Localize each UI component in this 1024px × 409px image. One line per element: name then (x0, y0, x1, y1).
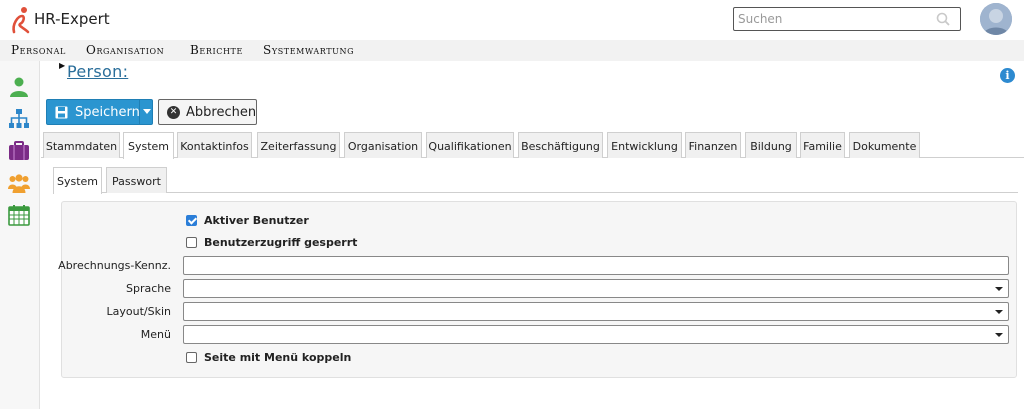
save-button[interactable]: Speichern (46, 99, 153, 125)
access-locked-checkbox[interactable] (186, 237, 197, 248)
menu-select[interactable] (183, 325, 1009, 344)
billing-code-field[interactable] (183, 256, 1009, 277)
layout-skin-label: Layout/Skin (106, 305, 171, 318)
couple-page-menu-label: Seite mit Menü koppeln (204, 351, 352, 364)
page-title[interactable]: Person: (67, 62, 128, 81)
tab-entwicklung[interactable]: Entwicklung (607, 132, 682, 158)
person-icon[interactable] (8, 76, 30, 98)
top-bar: HR-Expert (0, 0, 1024, 40)
dropdown-arrow-icon (995, 333, 1003, 337)
org-chart-icon[interactable] (8, 108, 30, 130)
user-avatar[interactable] (980, 3, 1012, 35)
tab-beschaeftigung[interactable]: Beschäftigung (518, 132, 603, 158)
tab-dokumente[interactable]: Dokumente (849, 132, 920, 158)
search-box[interactable] (733, 7, 961, 31)
search-input[interactable] (734, 8, 924, 30)
active-user-checkbox[interactable] (186, 215, 197, 226)
sidebar (0, 61, 40, 409)
language-select[interactable] (183, 279, 1009, 298)
tab-stammdaten[interactable]: Stammdaten (43, 132, 120, 158)
main-content: ▶ Person: i Speichern ✕ Abbrechen Stammd… (41, 61, 1024, 409)
app-name: HR-Expert (34, 10, 110, 28)
menu-item-organisation[interactable]: Organisation (86, 43, 164, 57)
briefcase-icon[interactable] (8, 140, 30, 162)
group-icon[interactable] (8, 172, 30, 194)
billing-code-label: Abrechnungs-Kennz. (58, 259, 171, 272)
main-menu: Personal Organisation Berichte Systemwar… (0, 40, 1024, 61)
system-form-panel: Aktiver Benutzer Benutzerzugriff gesperr… (58, 201, 1017, 378)
language-label: Sprache (125, 282, 171, 295)
menu-item-berichte[interactable]: Berichte (190, 43, 243, 57)
save-button-label: Speichern (75, 105, 140, 120)
tab-system[interactable]: System (123, 132, 174, 159)
dropdown-arrow-icon (995, 287, 1003, 291)
access-locked-label: Benutzerzugriff gesperrt (204, 236, 358, 249)
search-icon[interactable] (936, 12, 950, 26)
tab-bar: Stammdaten System Kontaktinfos Zeiterfas… (41, 132, 1024, 159)
tab-bildung[interactable]: Bildung (745, 132, 797, 158)
save-dropdown-caret-icon[interactable] (143, 109, 151, 114)
tab-kontaktinfos[interactable]: Kontaktinfos (177, 132, 252, 158)
billing-code-input[interactable] (184, 260, 1008, 277)
subtab-bar: System Passwort (53, 167, 1018, 194)
tab-familie[interactable]: Familie (800, 132, 845, 158)
dropdown-arrow-icon (995, 310, 1003, 314)
calendar-icon[interactable] (8, 204, 30, 226)
save-split-divider (139, 100, 140, 124)
subtab-passwort[interactable]: Passwort (106, 167, 167, 193)
menu-item-personal[interactable]: Personal (11, 43, 66, 57)
menu-label: Menü (140, 328, 171, 341)
subtab-system[interactable]: System (53, 167, 102, 194)
cancel-button-label: Abbrechen (186, 105, 257, 120)
floppy-disk-icon (55, 106, 68, 119)
menu-item-systemwartung[interactable]: Systemwartung (263, 43, 354, 57)
tab-organisation[interactable]: Organisation (344, 132, 422, 158)
layout-skin-select[interactable] (183, 302, 1009, 321)
cancel-button[interactable]: ✕ Abbrechen (158, 99, 257, 125)
tab-qualifikationen[interactable]: Qualifikationen (426, 132, 514, 158)
tab-finanzen[interactable]: Finanzen (685, 132, 741, 158)
collapse-triangle-icon[interactable]: ▶ (59, 61, 65, 70)
cancel-x-icon: ✕ (167, 106, 180, 119)
app-logo[interactable] (10, 6, 32, 34)
tab-zeiterfassung[interactable]: Zeiterfassung (257, 132, 340, 158)
info-icon[interactable]: i (1000, 68, 1015, 83)
active-user-label: Aktiver Benutzer (204, 214, 309, 227)
couple-page-menu-checkbox[interactable] (186, 352, 197, 363)
